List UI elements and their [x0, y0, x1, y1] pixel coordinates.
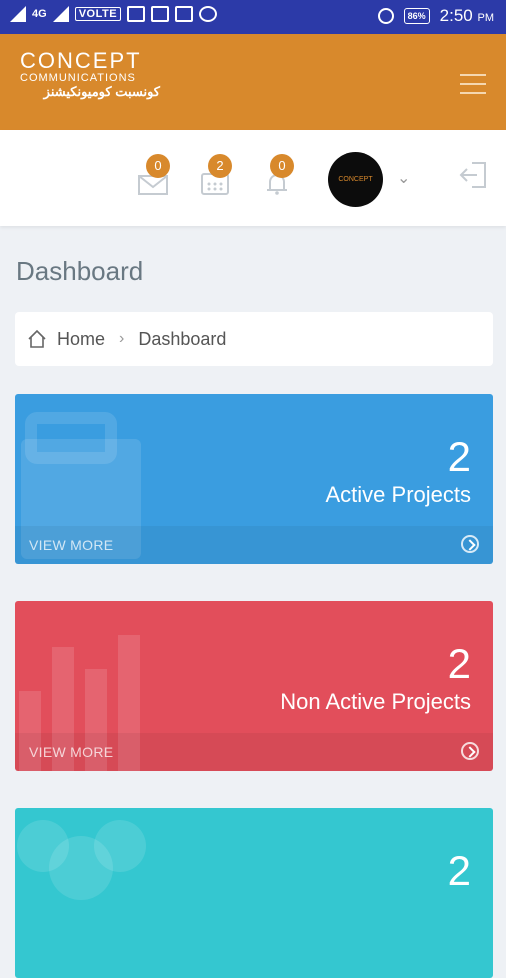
- breadcrumb: Home › Dashboard: [15, 312, 493, 366]
- tasks-badge: 2: [208, 154, 232, 178]
- network-type: 4G: [32, 8, 47, 20]
- app-header: CONCEPT COMMUNICATIONS كونسبت كوميونكيشن…: [0, 34, 506, 130]
- company-logo[interactable]: CONCEPT COMMUNICATIONS كونسبت كوميونكيشن…: [20, 50, 160, 99]
- logout-icon: [459, 162, 486, 188]
- view-more-link[interactable]: VIEW MORE: [29, 744, 113, 760]
- signal-icon: [10, 6, 26, 22]
- alarm-icon: [377, 8, 394, 24]
- clock: 2:50 PM: [440, 6, 494, 26]
- battery-icon: 86%: [403, 8, 430, 24]
- chevron-down-icon[interactable]: ⌄: [397, 168, 410, 188]
- view-more-bar[interactable]: VIEW MORE: [15, 526, 493, 564]
- breadcrumb-home-link[interactable]: Home: [57, 329, 105, 350]
- users-card[interactable]: 2: [15, 808, 493, 978]
- home-icon[interactable]: [27, 329, 47, 349]
- alerts-badge: 0: [270, 154, 294, 178]
- gmail-icon: [175, 6, 194, 22]
- non-active-projects-label: Non Active Projects: [280, 689, 471, 714]
- non-active-projects-count: 2: [447, 640, 471, 687]
- signal-icon-2: [52, 6, 69, 22]
- clock-ampm: PM: [477, 12, 495, 24]
- chat-icon: [199, 6, 218, 22]
- logo-main-text: CONCEPT: [20, 48, 142, 73]
- arrow-circle-icon[interactable]: [461, 535, 479, 553]
- users-icon: [17, 820, 146, 900]
- status-bar: 4G VOLTE 86% 2:50 PM: [0, 0, 506, 34]
- logout-button[interactable]: [458, 160, 488, 188]
- arrow-circle-icon[interactable]: [461, 742, 479, 760]
- status-left: 4G VOLTE: [10, 6, 218, 22]
- breadcrumb-current: Dashboard: [138, 328, 227, 349]
- active-projects-count: 2: [447, 433, 471, 480]
- active-projects-label: Active Projects: [325, 482, 472, 507]
- clock-time: 2:50: [439, 6, 473, 25]
- breadcrumb-separator-icon: ›: [119, 330, 125, 347]
- view-more-link[interactable]: VIEW MORE: [29, 537, 113, 553]
- page-title: Dashboard: [16, 256, 144, 286]
- menu-icon[interactable]: [460, 74, 486, 101]
- mail-badge: 0: [146, 154, 170, 178]
- shield-icon: [151, 6, 170, 22]
- active-projects-card[interactable]: 2 Active Projects VIEW MORE: [15, 394, 493, 564]
- top-navigation: 0 2 0 CONCEPT ⌄: [0, 130, 506, 226]
- avatar[interactable]: CONCEPT: [328, 152, 383, 207]
- non-active-projects-card[interactable]: 2 Non Active Projects VIEW MORE: [15, 601, 493, 771]
- view-more-bar[interactable]: VIEW MORE: [15, 733, 493, 771]
- image-icon: [127, 6, 146, 22]
- mail-button[interactable]: 0: [138, 154, 170, 196]
- volte-badge: VOLTE: [74, 7, 122, 21]
- status-right: 86% 2:50 PM: [377, 6, 494, 26]
- logo-arabic-text: كونسبت كوميونكيشنز: [43, 84, 160, 99]
- users-count: 2: [447, 847, 471, 894]
- alerts-button[interactable]: 0: [262, 154, 294, 196]
- tasks-button[interactable]: 2: [200, 154, 232, 196]
